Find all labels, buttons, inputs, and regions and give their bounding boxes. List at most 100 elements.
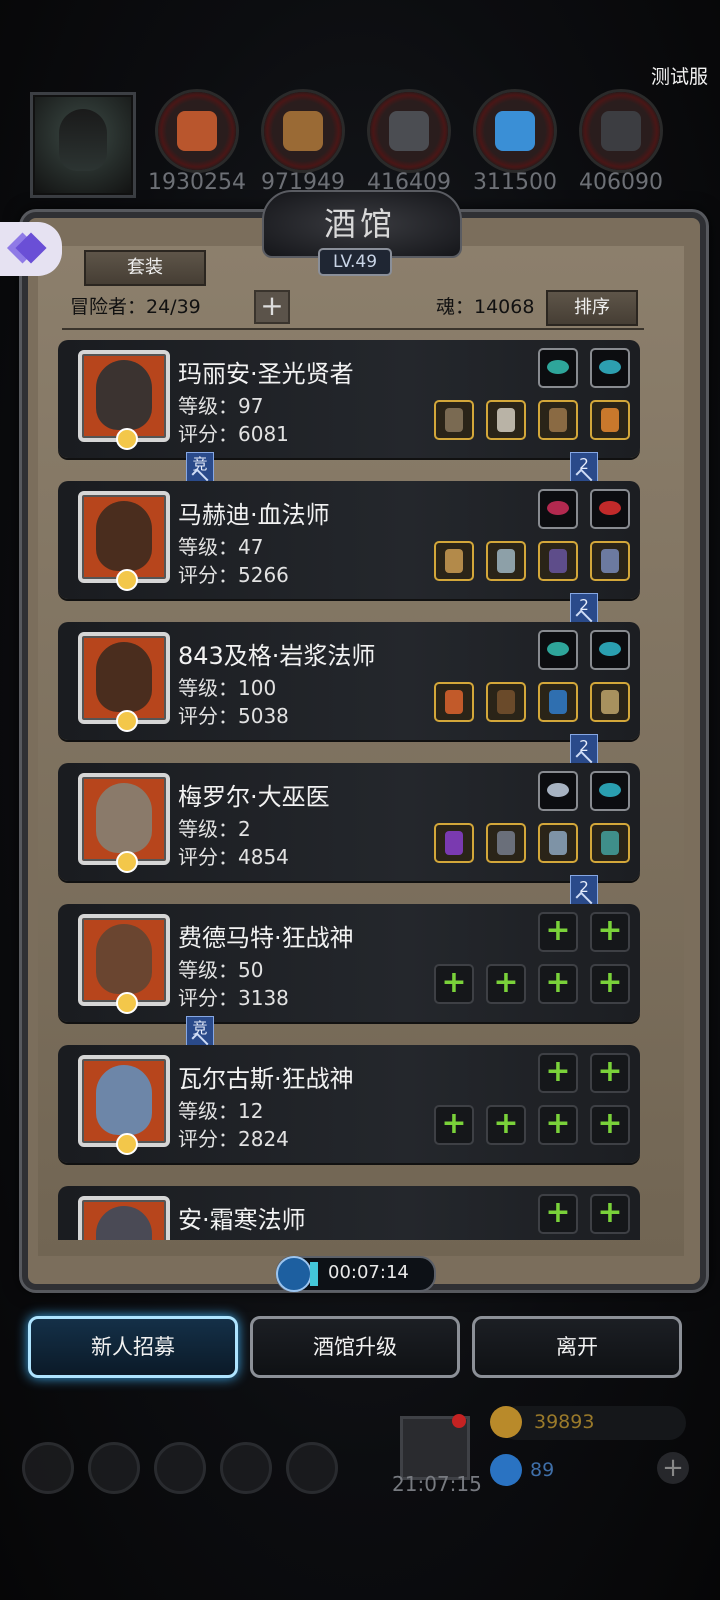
hero-card[interactable]: 安·霜寒法师 — [58, 1186, 640, 1240]
hero-card[interactable]: 费德马特·狂战神 等级：50 评分：3138 — [58, 904, 640, 1022]
old-shaman-portrait[interactable] — [78, 773, 170, 873]
stone-warrior-portrait[interactable] — [78, 1055, 170, 1155]
hooded-mage-portrait[interactable] — [78, 1196, 170, 1240]
equipment-slot[interactable] — [434, 823, 474, 863]
add-currency-button[interactable]: + — [657, 1452, 689, 1484]
set-button[interactable]: 套装 — [84, 250, 206, 286]
hero-card[interactable]: 梅罗尔·大巫医 等级：2 评分：4854 — [58, 763, 640, 881]
hero-list[interactable]: 玛丽安·圣光贤者 等级：97 评分：6081 竞 2 马赫迪·血法师 等级：47 评分：526… — [58, 340, 640, 1240]
brawler-portrait[interactable] — [78, 914, 170, 1014]
add-equipment-slot[interactable] — [434, 964, 474, 1004]
add-adventurer-button[interactable]: + — [254, 290, 290, 324]
add-jewel-slot[interactable] — [590, 912, 630, 952]
equipment-slot[interactable] — [486, 400, 526, 440]
add-equipment-slot[interactable] — [538, 964, 578, 1004]
hero-card[interactable]: 马赫迪·血法师 等级：47 评分：5266 — [58, 481, 640, 599]
jewel-slot[interactable] — [538, 348, 578, 388]
hero-name: 费德马特·狂战神 — [178, 924, 354, 952]
jewel-slot[interactable] — [590, 771, 630, 811]
tavern-level: LV.49 — [318, 248, 392, 276]
resource-slot[interactable] — [370, 92, 448, 170]
hero-face — [96, 501, 152, 571]
add-equipment-slot[interactable] — [590, 1105, 630, 1145]
hero-name: 玛丽安·圣光贤者 — [178, 360, 354, 388]
hero-name: 马赫迪·血法师 — [178, 501, 330, 529]
hero-face — [96, 642, 152, 712]
gold-icon — [490, 1406, 522, 1438]
hero-face — [96, 783, 152, 853]
hero-score: 评分：5038 — [178, 704, 289, 728]
resource-slot[interactable] — [476, 92, 554, 170]
jewel-slot[interactable] — [538, 489, 578, 529]
notification-dot — [452, 1414, 466, 1428]
add-equipment-slot[interactable] — [434, 1105, 474, 1145]
add-equipment-slot[interactable] — [590, 964, 630, 1004]
dark-haired-sage-portrait[interactable] — [78, 350, 170, 450]
adventurer-count: 冒险者：24/39 — [70, 296, 201, 318]
hero-face — [96, 1206, 152, 1240]
hero-name: 安·霜寒法师 — [178, 1206, 306, 1234]
arena-badge: 竞 — [186, 452, 214, 484]
add-jewel-slot[interactable] — [590, 1053, 630, 1093]
equipment-slot[interactable] — [538, 400, 578, 440]
equipment-slot[interactable] — [590, 400, 630, 440]
resource-slot[interactable] — [264, 92, 342, 170]
resource-value: 406090 — [579, 170, 663, 195]
add-jewel-slot[interactable] — [538, 1053, 578, 1093]
jewel-slot[interactable] — [590, 630, 630, 670]
leave-button[interactable]: 离开 — [472, 1316, 682, 1378]
shield-icon[interactable] — [286, 1442, 338, 1494]
equipment-slot[interactable] — [486, 682, 526, 722]
settings-icon[interactable] — [22, 1442, 74, 1494]
hero-card[interactable]: 843及格·岩浆法师 等级：100 评分：5038 — [58, 622, 640, 740]
hero-name: 瓦尔古斯·狂战神 — [178, 1065, 354, 1093]
hero-card[interactable]: 瓦尔古斯·狂战神 等级：12 评分：2824 — [58, 1045, 640, 1163]
recruit-button[interactable]: 新人招募 — [28, 1316, 238, 1378]
equipment-slot[interactable] — [538, 682, 578, 722]
add-jewel-slot[interactable] — [538, 1194, 578, 1234]
bald-mage-portrait[interactable] — [78, 491, 170, 591]
add-equipment-slot[interactable] — [486, 1105, 526, 1145]
equipment-slot[interactable] — [434, 682, 474, 722]
soul-count: 魂：14068 — [436, 296, 535, 318]
sort-button[interactable]: 排序 — [546, 290, 638, 326]
add-jewel-slot[interactable] — [590, 1194, 630, 1234]
bald-mage-portrait[interactable] — [78, 632, 170, 732]
equipment-slot[interactable] — [486, 823, 526, 863]
equipment-slot[interactable] — [590, 682, 630, 722]
rank-badge: 2 — [570, 452, 598, 484]
rank-badge: 2 — [570, 875, 598, 907]
tavern-upgrade-button[interactable]: 酒馆升级 — [250, 1316, 460, 1378]
mail-icon[interactable] — [220, 1442, 272, 1494]
hero-level: 等级：97 — [178, 394, 264, 418]
hero-level: 等级：50 — [178, 958, 264, 982]
moon-icon — [116, 428, 138, 450]
equipment-slot[interactable] — [486, 541, 526, 581]
equipment-slot[interactable] — [590, 541, 630, 581]
equipment-slot[interactable] — [538, 541, 578, 581]
hero-icon[interactable] — [154, 1442, 206, 1494]
jewel-slot[interactable] — [538, 630, 578, 670]
side-menu-tab[interactable] — [0, 222, 62, 276]
add-equipment-slot[interactable] — [486, 964, 526, 1004]
gift-timer: 21:07:15 — [392, 1472, 482, 1496]
recruit-timer: 00:07:14 — [276, 1256, 436, 1292]
moon-icon — [116, 569, 138, 591]
resource-slot[interactable] — [158, 92, 236, 170]
equipment-slot[interactable] — [434, 541, 474, 581]
rank-badge: 2 — [570, 734, 598, 766]
jewel-slot[interactable] — [590, 489, 630, 529]
equipment-slot[interactable] — [590, 823, 630, 863]
diamond-value: 89 — [530, 1459, 555, 1481]
add-equipment-slot[interactable] — [538, 1105, 578, 1145]
add-jewel-slot[interactable] — [538, 912, 578, 952]
hero-level: 等级：2 — [178, 817, 251, 841]
resource-slot[interactable] — [582, 92, 660, 170]
star-icon[interactable] — [88, 1442, 140, 1494]
player-avatar[interactable] — [30, 92, 136, 198]
jewel-slot[interactable] — [538, 771, 578, 811]
equipment-slot[interactable] — [538, 823, 578, 863]
jewel-slot[interactable] — [590, 348, 630, 388]
hero-card[interactable]: 玛丽安·圣光贤者 等级：97 评分：6081 — [58, 340, 640, 458]
equipment-slot[interactable] — [434, 400, 474, 440]
